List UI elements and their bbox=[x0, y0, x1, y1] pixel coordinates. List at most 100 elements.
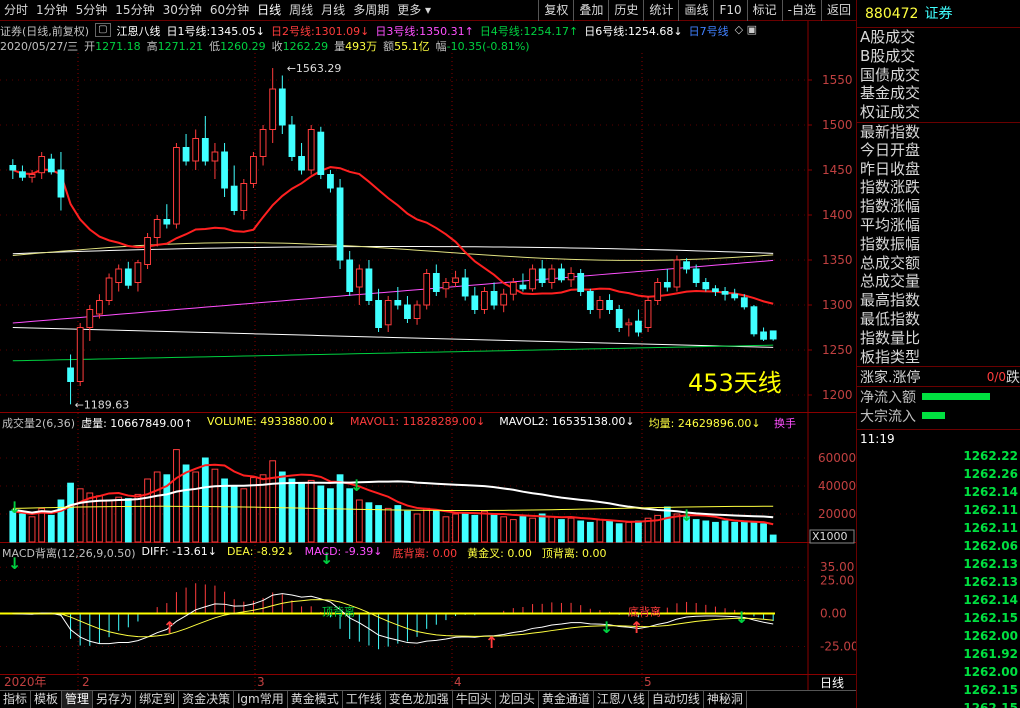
period-tab-10[interactable]: 更多 ▾ bbox=[393, 0, 435, 21]
candle bbox=[173, 143, 180, 229]
volume-bar bbox=[721, 520, 729, 543]
indicator-tab-9[interactable]: 变色龙加强 bbox=[386, 691, 453, 708]
volume-bar bbox=[394, 505, 402, 543]
candle bbox=[615, 305, 623, 332]
candle bbox=[635, 309, 642, 337]
candle bbox=[375, 288, 382, 332]
period-tab-0[interactable]: 分时 bbox=[0, 0, 32, 21]
indicator-tab-7[interactable]: 黄金模式 bbox=[288, 691, 343, 708]
candle bbox=[558, 263, 565, 283]
volume-bar bbox=[471, 514, 479, 543]
candle bbox=[577, 269, 585, 296]
volume-bar bbox=[28, 516, 36, 543]
price-tick-4: 1350 bbox=[822, 253, 853, 267]
indicator-tab-12[interactable]: 黄金通道 bbox=[539, 691, 594, 708]
price-tick-6: 1250 bbox=[822, 343, 853, 357]
overlay-annotation: 453天线 bbox=[688, 369, 782, 397]
tick-price-6: 1262.13 bbox=[963, 557, 1018, 572]
volume-bar bbox=[663, 506, 671, 543]
indicator-tab-4[interactable]: 绑定到 bbox=[136, 691, 180, 708]
volume-bar bbox=[201, 457, 209, 543]
indicator-tab-6[interactable]: lgm常用 bbox=[234, 691, 288, 708]
period-tab-2[interactable]: 5分钟 bbox=[72, 0, 112, 21]
indicator-tab-11[interactable]: 龙回头 bbox=[496, 691, 539, 708]
indicator-tab-10[interactable]: 牛回头 bbox=[453, 691, 496, 708]
volume-bar bbox=[96, 495, 103, 543]
indicator-tab-2[interactable]: 管理 bbox=[62, 691, 94, 708]
period-tab-4[interactable]: 30分钟 bbox=[159, 0, 206, 21]
macd-tick-1: 25.00 bbox=[820, 573, 854, 587]
tick-price-8: 1262.14 bbox=[963, 593, 1018, 608]
toolbar-action-6[interactable]: 标记 bbox=[746, 0, 782, 21]
macd-value-4: 黄金叉: 0.00 bbox=[467, 547, 532, 560]
stat-item-2: 国债成交 bbox=[860, 65, 921, 84]
indicator-tab-0[interactable]: 指标 bbox=[0, 691, 32, 708]
candle bbox=[38, 152, 46, 179]
turnover-switch[interactable]: 换手 bbox=[774, 415, 796, 431]
volume-value-4: 均量: 24629896.00↓ bbox=[648, 417, 761, 430]
volume-value-0: 虚量: 10667849.00↑ bbox=[81, 417, 193, 430]
period-tab-8[interactable]: 月线 bbox=[317, 0, 349, 21]
volume-bar bbox=[509, 519, 517, 543]
toolbar-action-7[interactable]: -自选 bbox=[781, 0, 821, 21]
candle bbox=[654, 278, 662, 305]
toolbar-action-8[interactable]: 返回 bbox=[820, 0, 856, 21]
candle bbox=[500, 288, 508, 313]
volume-bar bbox=[625, 521, 633, 543]
tick-price-11: 1261.92 bbox=[963, 647, 1018, 662]
candle bbox=[288, 116, 296, 161]
updown-tail: 跌 bbox=[1006, 369, 1020, 386]
volume-bar bbox=[221, 478, 228, 543]
period-tab-9[interactable]: 多周期 bbox=[349, 0, 393, 21]
macd-indicator-name[interactable]: MACD背离(12,26,9,0.50) bbox=[2, 545, 136, 560]
period-tab-5[interactable]: 60分钟 bbox=[206, 0, 253, 21]
toolbar-action-2[interactable]: 历史 bbox=[608, 0, 643, 21]
volume-info-row: 成交量2(6,36) 虚量: 10667849.00↑ VOLUME: 49338… bbox=[2, 415, 761, 430]
candle bbox=[692, 264, 700, 287]
sell-arrow-icon: ↓ bbox=[8, 498, 21, 517]
indicator-tab-1[interactable]: 模板 bbox=[31, 691, 63, 708]
indicator-tab-8[interactable]: 工作线 bbox=[343, 691, 386, 708]
period-tab-3[interactable]: 15分钟 bbox=[111, 0, 158, 21]
volume-bar bbox=[355, 499, 363, 543]
macd-value-0: DIFF: -13.61↓ bbox=[141, 545, 217, 558]
candle bbox=[394, 287, 402, 310]
indicator-tab-13[interactable]: 江恩八线 bbox=[594, 691, 649, 708]
indicator-tab-5[interactable]: 资金决策 bbox=[179, 691, 235, 708]
candle bbox=[240, 179, 248, 220]
stat-item-10: 平均涨幅 bbox=[860, 215, 921, 234]
indicator-tab-15[interactable]: 神秘洞 bbox=[704, 691, 747, 708]
indicator-tab-3[interactable]: 另存为 bbox=[93, 691, 137, 708]
period-tab-6[interactable]: 日线 bbox=[253, 0, 285, 21]
price-tick-0: 1550 bbox=[822, 73, 853, 87]
toolbar-action-0[interactable]: 复权 bbox=[538, 0, 573, 21]
candle bbox=[9, 159, 17, 179]
toolbar-action-4[interactable]: 画线 bbox=[678, 0, 713, 21]
index-name: 证券 bbox=[924, 6, 953, 22]
volume-bar bbox=[269, 460, 277, 543]
toolbar-action-3[interactable]: 统计 bbox=[643, 0, 678, 21]
right-info-panel: 880472 证券 A股成交 B股成交 国债成交 基金成交 权证成交 最新指数 今日开盘 昨日收… bbox=[856, 0, 1020, 708]
volume-bar bbox=[423, 507, 431, 543]
volume-bar bbox=[481, 510, 488, 543]
toolbar-action-1[interactable]: 叠加 bbox=[573, 0, 608, 21]
macd-axis: 35.0025.00 0.00 -25.00 bbox=[0, 560, 856, 654]
tick-list[interactable]: 1262.22 1262.26 1262.14 1262.11 1262.11 1262.… bbox=[857, 447, 1020, 708]
volume-indicator-name[interactable]: 成交量2(6,36) bbox=[2, 415, 75, 430]
volume-bar bbox=[192, 471, 200, 543]
volume-bar bbox=[404, 510, 411, 543]
period-tab-7[interactable]: 周线 bbox=[285, 0, 317, 21]
stat-item-1: B股成交 bbox=[860, 46, 916, 65]
indicator-tab-14[interactable]: 自动切线 bbox=[649, 691, 704, 708]
candle bbox=[365, 260, 373, 305]
candle bbox=[769, 330, 777, 341]
candle bbox=[336, 179, 344, 269]
period-tab-1[interactable]: 1分钟 bbox=[32, 0, 72, 21]
period-label[interactable]: 日线 bbox=[808, 676, 856, 690]
toolbar-action-5[interactable]: F10 bbox=[713, 0, 746, 21]
chart-area[interactable]: 1550 1500 1450 1400 1350 1300 1250 1200 ←1563.29… bbox=[0, 21, 856, 690]
volume-bar bbox=[692, 519, 700, 543]
candle bbox=[712, 285, 719, 296]
volume-bar bbox=[577, 520, 585, 543]
candle bbox=[404, 296, 411, 323]
